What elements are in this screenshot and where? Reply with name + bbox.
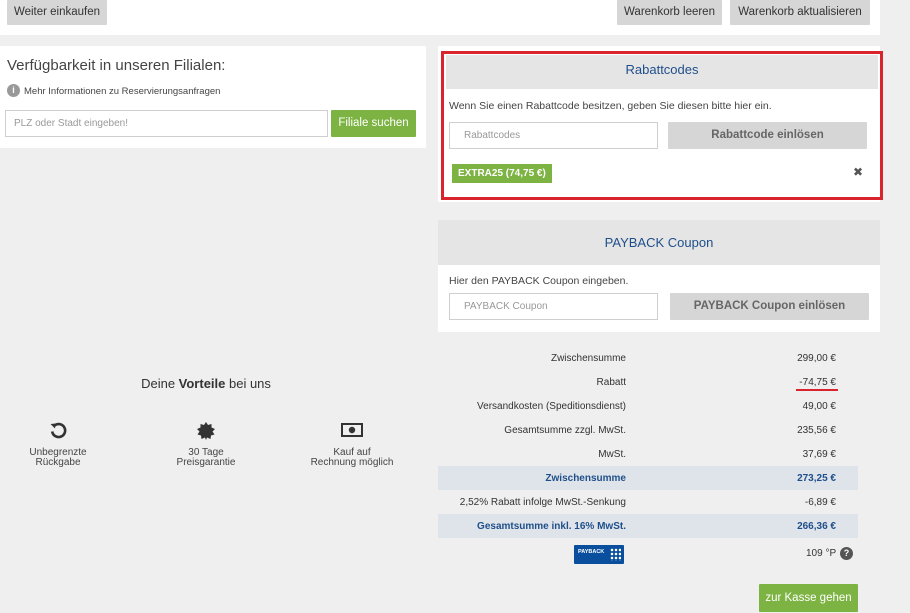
payback-dots-icon [610, 548, 621, 561]
summary-value: 235,56 € [797, 425, 836, 436]
payback-coupon-input[interactable]: PAYBACK Coupon [449, 293, 658, 320]
summary-label: MwSt. [598, 449, 626, 460]
store-search-input[interactable]: PLZ oder Stadt eingeben! [5, 110, 328, 137]
benefit-line: Rechnung möglich [310, 457, 394, 468]
summary-value: -6,89 € [804, 497, 836, 508]
summary-value: 49,00 € [802, 401, 836, 412]
summary-label: 2,52% Rabatt infolge MwSt.-Senkung [459, 497, 626, 508]
undo-icon [3, 422, 113, 440]
summary-value: 273,25 € [797, 473, 836, 484]
payback-redeem-button[interactable]: PAYBACK Coupon einlösen [670, 293, 869, 320]
benefit-invoice-payment: Kauf auf Rechnung möglich [297, 422, 407, 468]
banknote-icon [297, 422, 407, 440]
checkout-button[interactable]: zur Kasse gehen [759, 584, 858, 612]
continue-shopping-button[interactable]: Weiter einkaufen [7, 0, 107, 25]
summary-label: Rabatt [596, 377, 626, 388]
summary-row-net-total: Gesamtsumme zzgl. MwSt. 235,56 € [438, 418, 858, 442]
summary-row-subtotal-highlight: Zwischensumme 273,25 € [438, 466, 858, 490]
payback-points: 109 °P [806, 548, 837, 559]
seal-icon [151, 422, 261, 440]
summary-row-shipping: Versandkosten (Speditionsdienst) 49,00 € [438, 394, 858, 418]
benefits-title-suffix: bei uns [225, 376, 271, 391]
payback-logo-text: PAYBACK [578, 549, 605, 555]
benefit-line: Rückgabe [35, 457, 81, 468]
info-icon[interactable]: i [7, 84, 20, 97]
summary-value: 266,36 € [797, 521, 836, 532]
summary-label: Versandkosten (Speditionsdienst) [477, 401, 626, 412]
benefits-title: Deine Vorteile bei uns [0, 376, 412, 391]
summary-row-subtotal: Zwischensumme 299,00 € [438, 346, 858, 370]
coupon-highlight-frame [441, 51, 883, 200]
update-cart-button[interactable]: Warenkorb aktualisieren [730, 0, 870, 25]
summary-row-vat-discount: 2,52% Rabatt infolge MwSt.-Senkung -6,89… [438, 490, 858, 514]
benefits-title-bold: Vorteile [178, 376, 226, 391]
summary-row-grand-total: Gesamtsumme inkl. 16% MwSt. 266,36 € [438, 514, 858, 538]
benefit-unlimited-returns: Unbegrenzte Rückgabe [3, 422, 113, 468]
summary-label: Gesamtsumme zzgl. MwSt. [504, 425, 626, 436]
benefits-title-prefix: Deine [141, 376, 179, 391]
benefit-price-guarantee: 30 Tage Preisgarantie [151, 422, 261, 468]
reservation-info-link[interactable]: Mehr Informationen zu Reservierungsanfra… [24, 86, 220, 97]
summary-value: 299,00 € [797, 353, 836, 364]
store-availability-title: Verfügbarkeit in unseren Filialen: [7, 57, 226, 74]
summary-label: Zwischensumme [550, 353, 626, 364]
payback-logo: PAYBACK [574, 545, 624, 564]
clear-cart-button[interactable]: Warenkorb leeren [617, 0, 722, 25]
summary-label: Gesamtsumme inkl. 16% MwSt. [477, 521, 626, 532]
discount-underline [796, 389, 838, 391]
benefit-line: Preisgarantie [176, 457, 236, 468]
store-search-button[interactable]: Filiale suchen [331, 110, 416, 137]
summary-row-vat: MwSt. 37,69 € [438, 442, 858, 466]
summary-row-discount: Rabatt -74,75 € [438, 370, 858, 394]
summary-label: Zwischensumme [545, 473, 626, 484]
payback-title: PAYBACK Coupon [604, 235, 714, 250]
summary-value: -74,75 € [799, 377, 836, 388]
help-icon[interactable]: ? [840, 547, 853, 560]
payback-hint: Hier den PAYBACK Coupon eingeben. [449, 275, 629, 287]
summary-value: 37,69 € [802, 449, 836, 460]
